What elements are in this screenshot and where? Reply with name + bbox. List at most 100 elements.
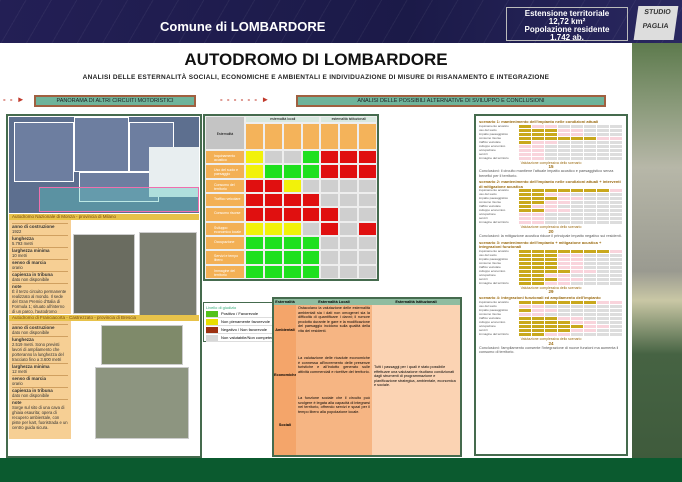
bar-segment	[558, 205, 570, 209]
legend-label: Non valutabile/Non competente	[221, 335, 277, 340]
bar-segment	[519, 209, 531, 213]
bar-segment	[532, 301, 544, 305]
bar-label: immagine del territorio	[479, 221, 509, 225]
matrix-cell	[263, 250, 283, 265]
bar-segment	[584, 193, 596, 197]
bar-segment	[571, 193, 583, 197]
bar-segment	[610, 249, 622, 253]
bar-segment	[545, 144, 557, 148]
aerial-photo-strip	[632, 43, 682, 458]
table-header: Esternalità Istituzionali	[372, 299, 460, 305]
bar-segment	[584, 205, 596, 209]
bar-segment	[545, 329, 557, 333]
bar-segment	[610, 132, 622, 136]
bar-segment	[571, 124, 583, 128]
bar-segment	[558, 136, 570, 140]
bar-segment	[571, 144, 583, 148]
bar-segment	[584, 325, 596, 329]
bar-segment	[545, 209, 557, 213]
matrix-row-label: Uso del suolo e paesaggio	[205, 164, 245, 179]
bar-segment	[584, 301, 596, 305]
bar-segment	[584, 281, 596, 285]
matrix-row-label: Consumo risorse	[205, 207, 245, 222]
bar-segment	[571, 132, 583, 136]
table-cell: La valutazione delle ricadute economiche…	[296, 355, 372, 395]
bar-segment	[597, 189, 609, 193]
matrix-cell	[320, 164, 340, 179]
bar-segment	[532, 124, 544, 128]
bar-segment	[519, 265, 531, 269]
matrix-cell	[358, 164, 377, 179]
bar-segment	[519, 329, 531, 333]
matrix-row-label: Consumo del territorio	[205, 178, 245, 193]
bar-segment	[597, 253, 609, 257]
bar-segment	[532, 281, 544, 285]
studio-logo: STUDIO PAGLIA	[633, 6, 679, 40]
bar-segment	[597, 136, 609, 140]
bar-segment	[597, 261, 609, 265]
matrix-cell	[282, 178, 302, 193]
bar-segment	[584, 317, 596, 321]
bar-segment	[519, 325, 531, 329]
field-value: 5.793 metri	[12, 241, 33, 246]
bar-segment	[558, 144, 570, 148]
bar-segment	[558, 281, 570, 285]
matrix-cell	[245, 264, 264, 279]
bar-segment	[519, 321, 531, 325]
bar-segment	[584, 321, 596, 325]
bar-segment	[519, 333, 531, 337]
bar-segment	[519, 281, 531, 285]
bar-segment	[558, 189, 570, 193]
bar-segment	[532, 201, 544, 205]
nav-alternatives-button[interactable]: ANALISI DELLE POSSIBILI ALTERNATIVE DI S…	[296, 95, 606, 107]
scenario-conclusion: Conclusioni: l'ampliamento consente l'in…	[479, 345, 619, 355]
bar-segment	[610, 321, 622, 325]
matrix-cell	[320, 236, 340, 251]
bar-segment	[571, 281, 583, 285]
bar-segment	[597, 205, 609, 209]
bar-segment	[584, 189, 596, 193]
bar-segment	[597, 269, 609, 273]
bar-segment	[571, 313, 583, 317]
bar-segment	[584, 309, 596, 313]
bar-segment	[610, 217, 622, 221]
scenario-score: 29	[548, 289, 554, 295]
bar-segment	[545, 189, 557, 193]
field-value: orario	[12, 381, 23, 386]
matrix-column-header	[339, 123, 359, 150]
bar-segment	[545, 257, 557, 261]
matrix-cell	[358, 264, 377, 279]
matrix-cell	[263, 164, 283, 179]
matrix-column-header	[358, 123, 377, 150]
bar-segment	[571, 277, 583, 281]
matrix-cell	[358, 207, 377, 222]
bar-segment	[519, 140, 531, 144]
bar-segment	[519, 313, 531, 317]
matrix-cell	[282, 236, 302, 251]
bar-segment	[610, 273, 622, 277]
field-value: 12 metri	[12, 369, 28, 374]
bar-segment	[545, 313, 557, 317]
bar-segment	[597, 301, 609, 305]
bar-segment	[532, 317, 544, 321]
bar-segment	[597, 265, 609, 269]
matrix-cell	[339, 193, 359, 208]
bar-segment	[519, 197, 531, 201]
bar-segment	[532, 209, 544, 213]
bar-segment	[584, 209, 596, 213]
externalities-table: Esternalità Esternalità Locali Esternali…	[272, 297, 462, 457]
nav-circuits-button[interactable]: PANORAMA DI ALTRI CIRCUITI MOTORISTICI	[34, 95, 196, 107]
bar-segment	[610, 269, 622, 273]
bar-segment	[558, 201, 570, 205]
bar-segment	[519, 317, 531, 321]
bar-segment	[571, 273, 583, 277]
bar-segment	[545, 136, 557, 140]
bar-segment	[558, 277, 570, 281]
matrix-cell	[320, 264, 340, 279]
bar-segment	[584, 273, 596, 277]
bar-segment	[571, 257, 583, 261]
bar-segment	[597, 305, 609, 309]
bar-segment	[545, 205, 557, 209]
matrix-cell	[245, 178, 264, 193]
scenario-title: scenario 3: mantenimento dell'impianto +…	[479, 239, 602, 249]
